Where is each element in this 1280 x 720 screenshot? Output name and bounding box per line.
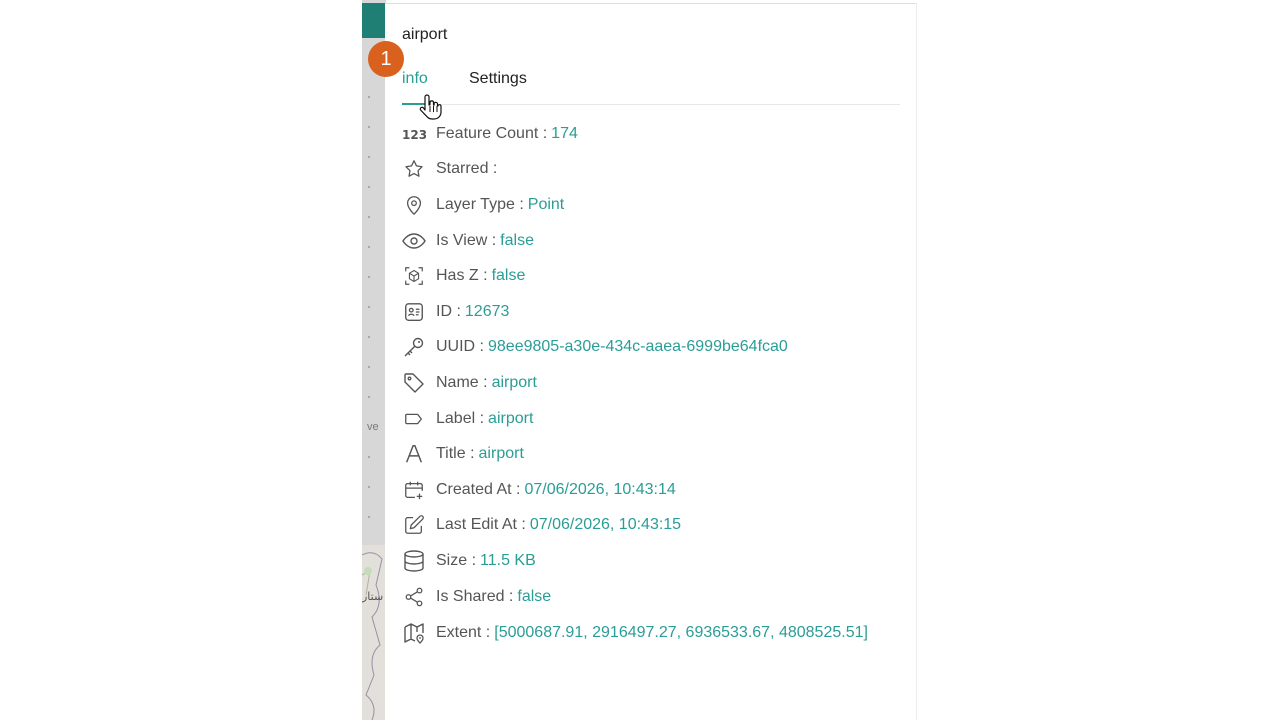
id-card-icon — [402, 300, 426, 324]
info-label: Name : — [436, 374, 488, 391]
info-label: Created At : — [436, 481, 521, 498]
step-badge: 1 — [368, 41, 404, 77]
info-value: 07/06/2026, 10:43:14 — [524, 481, 676, 498]
info-row-created-at: Created At : 07/06/2026, 10:43:14 — [402, 478, 676, 502]
info-value: 11.5 KB — [480, 552, 536, 569]
info-row-has-z: Has Z : false — [402, 264, 525, 288]
info-row-is-shared: Is Shared : false — [402, 585, 551, 609]
info-row-layer-type: Layer Type : Point — [402, 193, 564, 217]
info-row-size: Size : 11.5 KB — [402, 549, 536, 573]
key-icon — [402, 335, 426, 359]
info-value: Point — [527, 196, 565, 213]
map-dot — [368, 96, 370, 98]
database-icon — [402, 549, 426, 573]
map-dot — [368, 486, 370, 488]
map-dot — [368, 126, 370, 128]
layer-info-panel: airport info Settings 123 Feature Count … — [385, 3, 917, 720]
map-dot — [368, 246, 370, 248]
info-label: Is View : — [436, 232, 497, 249]
info-label: Last Edit At : — [436, 516, 526, 533]
tab-bar: info Settings — [402, 70, 900, 105]
info-label: Title : — [436, 445, 475, 462]
info-value: false — [500, 232, 534, 249]
svg-text:123: 123 — [402, 128, 426, 142]
info-row-id: ID : 12673 — [402, 300, 509, 324]
title-icon — [402, 442, 426, 466]
map-side-text: ve — [367, 421, 379, 433]
location-pin-icon — [402, 193, 426, 217]
info-value: 98ee9805-a30e-434c-aaea-6999be64fca0 — [488, 338, 788, 355]
hand-cursor-icon — [419, 93, 443, 126]
info-row-uuid: UUID : 98ee9805-a30e-434c-aaea-6999be64f… — [402, 335, 788, 359]
info-value: airport — [488, 410, 534, 427]
calendar-plus-icon — [402, 478, 426, 502]
map-background: ve ستار — [362, 0, 386, 720]
map-dot — [368, 156, 370, 158]
info-value: airport — [478, 445, 524, 462]
info-value: 07/06/2026, 10:43:15 — [529, 516, 682, 533]
info-row-is-view: Is View : false — [402, 229, 534, 253]
info-row-last-edit-at: Last Edit At : 07/06/2026, 10:43:15 — [402, 513, 681, 537]
info-label: Has Z : — [436, 267, 488, 284]
tab-info[interactable]: info — [402, 70, 428, 88]
info-row-title: Title : airport — [402, 442, 524, 466]
map-tile — [362, 545, 386, 720]
map-dot — [368, 366, 370, 368]
map-dot — [368, 306, 370, 308]
info-label: ID : — [436, 303, 461, 320]
panel-title: airport — [402, 26, 448, 43]
cube-icon — [402, 264, 426, 288]
map-dot — [368, 216, 370, 218]
info-value: airport — [491, 374, 537, 391]
info-value: [5000687.91, 2916497.27, 6936533.67, 480… — [494, 624, 868, 641]
info-row-extent: Extent : [5000687.91, 2916497.27, 693653… — [402, 621, 868, 645]
info-value: 174 — [551, 125, 578, 142]
info-label: Is Shared : — [436, 588, 514, 605]
map-dot — [368, 456, 370, 458]
edit-icon — [402, 513, 426, 537]
info-value: 12673 — [464, 303, 510, 320]
info-row-starred: Starred : — [402, 157, 501, 181]
map-dot — [368, 186, 370, 188]
tab-settings[interactable]: Settings — [469, 70, 527, 88]
info-label: Layer Type : — [436, 196, 524, 213]
eye-icon — [402, 229, 426, 253]
info-label: UUID : — [436, 338, 484, 355]
tag-icon — [402, 371, 426, 395]
map-dot — [368, 276, 370, 278]
info-label: Extent : — [436, 624, 491, 641]
map-dot — [368, 396, 370, 398]
info-value: false — [491, 267, 526, 284]
map-header-bar — [362, 3, 386, 38]
star-icon — [402, 157, 426, 181]
info-label: Starred : — [436, 160, 498, 177]
map-dot — [368, 516, 370, 518]
map-dot — [368, 336, 370, 338]
info-row-name: Name : airport — [402, 371, 537, 395]
map-side-text: ستار — [362, 591, 384, 603]
map-icon — [402, 621, 426, 645]
share-icon — [402, 585, 426, 609]
label-icon — [402, 407, 426, 431]
info-row-label: Label : airport — [402, 407, 533, 431]
info-value: false — [517, 588, 552, 605]
info-label: Feature Count : — [436, 125, 548, 142]
info-label: Size : — [436, 552, 477, 569]
info-label: Label : — [436, 410, 485, 427]
